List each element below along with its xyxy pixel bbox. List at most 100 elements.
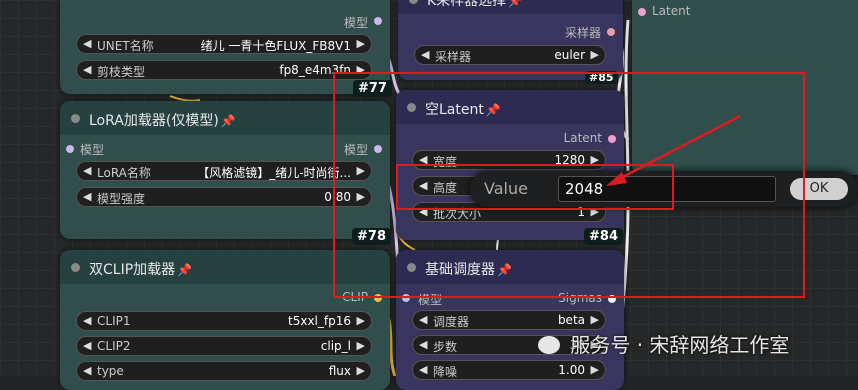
lora-name-combo[interactable]: ◀ LoRA名称 【风格滤镜】_绪儿-时尚街... ▶	[76, 161, 372, 181]
dualclip-loader-node[interactable]: 双CLIP加载器 📌 CLIP ◀ CLIP1 t5xxl_fp16 ▶ ◀ CL…	[60, 250, 390, 390]
lora-loader-node[interactable]: LoRA加载器(仅模型) 📌 模型 模型 ◀ LoRA名称 【风格滤镜】_绪儿-时…	[60, 101, 390, 239]
sampler-output-slot[interactable]	[607, 28, 615, 36]
arrow-right-icon[interactable]: ▶	[591, 363, 599, 376]
unet-output-slot[interactable]	[374, 17, 382, 25]
arrow-left-icon[interactable]: ◀	[83, 164, 91, 177]
latent-input-label: Latent	[652, 4, 691, 18]
value-prompt-dialog[interactable]: Value OK	[470, 171, 858, 207]
node-title: 空Latent	[425, 102, 484, 118]
sampler-combo[interactable]: ◀ 采样器 euler ▶	[414, 45, 606, 65]
lora-input-slot[interactable]	[66, 145, 74, 153]
ksampler-select-node[interactable]: K采样器选择 📌 采样器 ◀ 采样器 euler ▶	[398, 0, 623, 80]
wechat-icon	[538, 336, 560, 354]
widget-value: fp8_e4m3fn	[279, 63, 351, 77]
widget-value: 1	[577, 205, 585, 219]
value-label: Value	[484, 179, 528, 198]
scheduler-combo[interactable]: ◀ 调度器 beta ▶	[412, 310, 606, 330]
width-number[interactable]: ◀ 宽度 1280 ▶	[412, 150, 606, 170]
sigmas-output-label: Sigmas	[558, 291, 602, 305]
widget-label: LoRA名称	[97, 166, 151, 180]
arrow-right-icon[interactable]: ▶	[357, 364, 365, 377]
unet-loader-node[interactable]: 模型 ◀ UNET名称 绪儿 一青十色FLUX_FB8V1 ▶ ◀ 剪枝类型 f…	[60, 0, 390, 94]
unet-output-label: 模型	[343, 16, 368, 30]
arrow-left-icon[interactable]: ◀	[83, 339, 91, 352]
collapse-dot-icon[interactable]	[409, 0, 418, 4]
scheduler-input-label: 模型	[418, 293, 443, 307]
denoise-number[interactable]: ◀ 降噪 1.00 ▶	[412, 360, 606, 380]
collapse-dot-icon[interactable]	[71, 263, 80, 272]
widget-label: 剪枝类型	[97, 65, 146, 79]
sigmas-output-slot[interactable]	[608, 295, 616, 303]
unet-name-combo[interactable]: ◀ UNET名称 绪儿 一青十色FLUX_FB8V1 ▶	[76, 34, 372, 54]
arrow-left-icon[interactable]: ◀	[83, 364, 91, 377]
clip2-combo[interactable]: ◀ CLIP2 clip_l ▶	[76, 336, 372, 356]
arrow-left-icon[interactable]: ◀	[421, 48, 429, 61]
arrow-right-icon[interactable]: ▶	[357, 164, 365, 177]
value-input[interactable]	[558, 176, 776, 202]
widget-label: 宽度	[433, 155, 458, 169]
empty-latent-title-bar[interactable]: 空Latent 📌	[396, 90, 624, 124]
empty-latent-node[interactable]: 空Latent📌 Latent ◀ 宽度 1280 ▶ ◀ 高度 ▶ ◀ 批次大…	[396, 90, 624, 240]
lora-strength-number[interactable]: ◀ 模型强度 0.80 ▶	[76, 187, 372, 207]
widget-label: 批次大小	[433, 207, 482, 221]
clip1-combo[interactable]: ◀ CLIP1 t5xxl_fp16 ▶	[76, 311, 372, 331]
latent-consumer-node[interactable]: Latent	[632, 0, 858, 175]
arrow-right-icon[interactable]: ▶	[591, 153, 599, 166]
pin-icon: 📌	[485, 103, 501, 117]
arrow-right-icon[interactable]: ▶	[591, 313, 599, 326]
node-title: K采样器选择	[427, 0, 507, 9]
scheduler-input-slot[interactable]	[402, 294, 410, 302]
arrow-left-icon[interactable]: ◀	[83, 190, 91, 203]
arrow-right-icon[interactable]: ▶	[591, 48, 599, 61]
widget-label: CLIP1	[97, 314, 131, 328]
arrow-right-icon[interactable]: ▶	[357, 190, 365, 203]
widget-label: UNET名称	[97, 39, 154, 53]
arrow-left-icon[interactable]: ◀	[419, 338, 427, 351]
clip-type-combo[interactable]: ◀ type flux ▶	[76, 361, 372, 381]
arrow-left-icon[interactable]: ◀	[419, 313, 427, 326]
widget-value: 1280	[554, 153, 585, 167]
basic-scheduler-node[interactable]: 基础调度器 📌 模型 Sigmas ◀ 调度器 beta ▶ ◀ 步数 30 ▶ …	[396, 250, 624, 390]
widget-value: 1.00	[558, 363, 585, 377]
pin-icon: 📌	[177, 263, 193, 277]
arrow-left-icon[interactable]: ◀	[419, 179, 427, 192]
widget-label: CLIP2	[97, 339, 131, 353]
collapse-dot-icon[interactable]	[407, 263, 416, 272]
sampler-output-label: 采样器	[564, 26, 601, 40]
widget-label: 降噪	[433, 365, 458, 379]
scheduler-title-bar[interactable]: 基础调度器 📌	[396, 250, 624, 284]
lora-input-label: 模型	[80, 143, 105, 157]
lora-output-slot[interactable]	[374, 145, 382, 153]
arrow-left-icon[interactable]: ◀	[83, 63, 91, 76]
arrow-right-icon[interactable]: ▶	[357, 63, 365, 76]
lora-title-bar[interactable]: LoRA加载器(仅模型) 📌	[60, 101, 390, 135]
collapse-dot-icon[interactable]	[407, 103, 416, 112]
widget-value: t5xxl_fp16	[288, 314, 351, 328]
widget-label: 采样器	[435, 50, 472, 64]
arrow-left-icon[interactable]: ◀	[419, 153, 427, 166]
latent-output-label: Latent	[563, 131, 602, 145]
latent-input-slot[interactable]	[638, 8, 646, 16]
node-id-badge: #77	[353, 80, 392, 97]
ok-button[interactable]: OK	[790, 178, 848, 200]
pin-icon: 📌	[220, 114, 236, 128]
arrow-left-icon[interactable]: ◀	[419, 363, 427, 376]
arrow-left-icon[interactable]: ◀	[83, 314, 91, 327]
arrow-left-icon[interactable]: ◀	[83, 37, 91, 50]
widget-value: clip_l	[320, 339, 351, 353]
node-id-badge: #85	[585, 71, 618, 84]
widget-value: 【风格滤镜】_绪儿-时尚街...	[197, 166, 351, 180]
collapse-dot-icon[interactable]	[71, 114, 80, 123]
clip-output-label: CLIP	[342, 290, 368, 304]
arrow-right-icon[interactable]: ▶	[357, 314, 365, 327]
arrow-right-icon[interactable]: ▶	[357, 339, 365, 352]
arrow-left-icon[interactable]: ◀	[419, 205, 427, 218]
ksampler-select-title-bar[interactable]: K采样器选择 📌	[398, 0, 623, 14]
arrow-right-icon[interactable]: ▶	[357, 37, 365, 50]
widget-value: 绪儿 一青十色FLUX_FB8V1	[200, 39, 351, 53]
weight-dtype-combo[interactable]: ◀ 剪枝类型 fp8_e4m3fn ▶	[76, 60, 372, 80]
dualclip-title-bar[interactable]: 双CLIP加载器 📌	[60, 250, 390, 284]
latent-output-slot[interactable]	[608, 135, 616, 143]
clip-output-slot[interactable]	[374, 294, 382, 302]
widget-value: 0.80	[324, 190, 351, 204]
